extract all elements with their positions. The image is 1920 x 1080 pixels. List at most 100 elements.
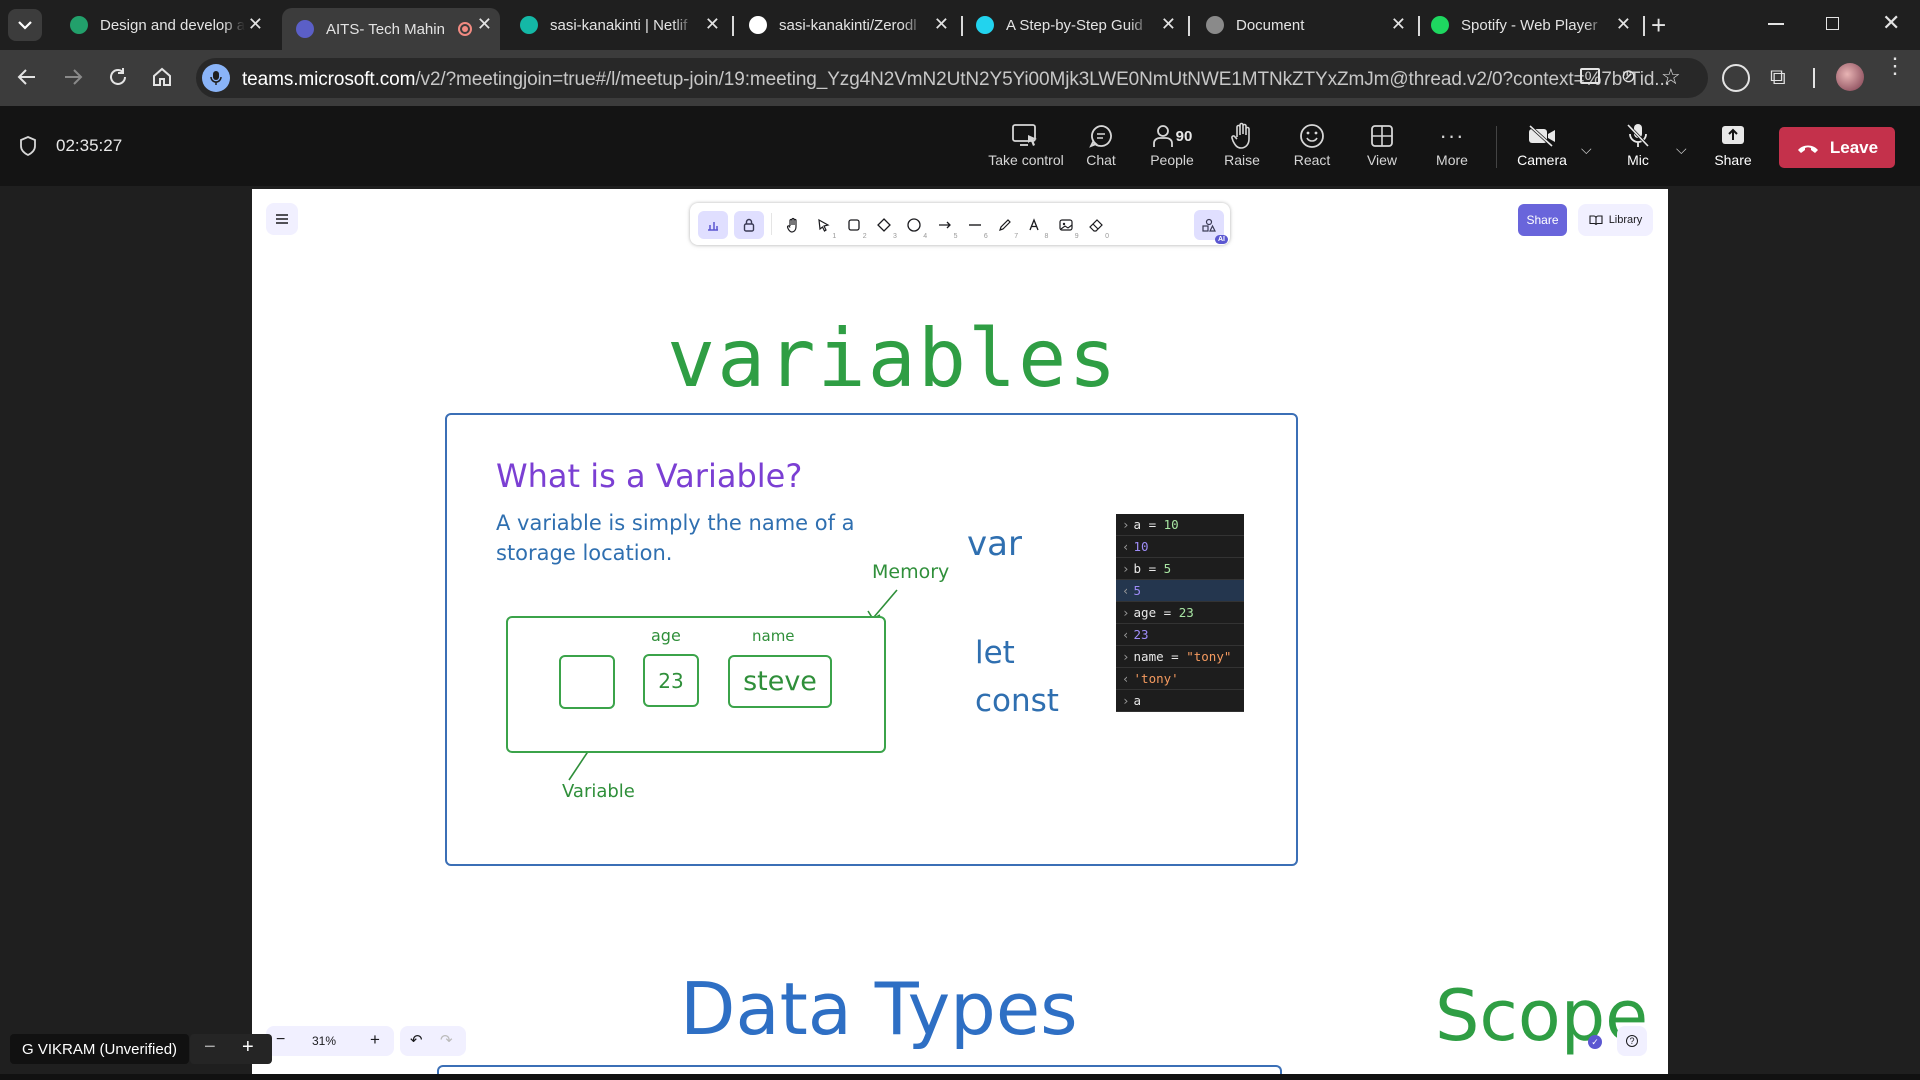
meeting-control-bar: 02:35:27 Take control Chat 90 People Rai… <box>0 106 1920 186</box>
zoom-minus-icon[interactable]: − <box>204 1036 216 1059</box>
ai-tools-button[interactable]: AI <box>1194 210 1228 244</box>
close-tab-icon[interactable]: ✕ <box>1391 14 1406 35</box>
console-line: ‹ 23 <box>1116 624 1244 646</box>
arrow-tool[interactable]: 5 <box>932 212 958 240</box>
home-button[interactable] <box>151 66 173 92</box>
console-line: › a = 10 <box>1116 514 1244 536</box>
raise-hand-button[interactable]: Raise <box>1207 120 1277 168</box>
zoom-plus-icon[interactable]: + <box>242 1036 254 1059</box>
rectangle-tool[interactable]: 2 <box>841 212 867 240</box>
rectangle-icon <box>847 219 860 231</box>
ai-badge: AI <box>1215 235 1228 244</box>
selection-tool[interactable]: 1 <box>810 212 836 240</box>
more-button[interactable]: ··· More <box>1417 120 1487 168</box>
close-window-button[interactable]: ✕ <box>1882 10 1900 36</box>
line-tool[interactable]: 6 <box>962 212 988 240</box>
browser-tab[interactable]: Design and develop a ✕ <box>56 8 271 42</box>
console-value: 5 <box>1163 561 1172 576</box>
profile-avatar[interactable] <box>1836 63 1864 91</box>
address-bar[interactable]: teams.microsoft.com/v2/?meetingjoin=true… <box>196 58 1708 98</box>
keep-selected-tool[interactable] <box>698 211 728 239</box>
extensions-puzzle-icon[interactable]: ⧉ <box>1770 64 1786 90</box>
camera-button[interactable]: Camera <box>1507 120 1577 168</box>
back-button[interactable] <box>16 66 38 92</box>
tab-title: Document <box>1236 16 1305 34</box>
close-tab-icon[interactable]: ✕ <box>248 14 263 35</box>
variable-slide-frame: What is a Variable? A variable is simply… <box>445 413 1298 866</box>
leave-button[interactable]: Leave <box>1779 127 1895 168</box>
take-control-button[interactable]: Take control <box>988 120 1064 168</box>
people-button[interactable]: 90 People <box>1137 120 1207 168</box>
zoom-out-button[interactable]: − <box>276 1031 285 1049</box>
minimize-button[interactable] <box>1768 23 1784 25</box>
undo-button[interactable]: ↶ <box>410 1031 423 1049</box>
install-app-icon[interactable] <box>1580 68 1600 84</box>
browser-tab[interactable]: sasi-kanakinti/Zerodl ✕ <box>735 8 957 42</box>
console-line: ‹ 10 <box>1116 536 1244 558</box>
redo-button[interactable]: ↷ <box>440 1031 453 1049</box>
mic-permission-icon[interactable] <box>202 64 230 92</box>
age-value: 23 <box>658 668 684 693</box>
new-tab-button[interactable]: + <box>1651 12 1666 38</box>
console-input-arrow-icon: › <box>1122 693 1130 708</box>
eye-off-icon[interactable]: ⊘ <box>1621 66 1636 87</box>
arrow-left-icon <box>17 69 35 85</box>
browser-tab[interactable]: Document ✕ <box>1192 8 1414 42</box>
text-tool[interactable]: 8 <box>1022 212 1048 240</box>
library-button[interactable]: Library <box>1578 204 1653 236</box>
url-path: /v2/?meetingjoin=true#/l/meetup-join/19:… <box>415 69 1670 90</box>
camera-label: Camera <box>1517 152 1567 168</box>
memory-label: Memory <box>872 561 950 583</box>
profile-extension-icon[interactable] <box>1722 64 1750 92</box>
lock-tool[interactable] <box>734 211 764 239</box>
reload-icon <box>110 68 126 85</box>
image-tool[interactable]: 9 <box>1053 212 1079 240</box>
browser-menu-button[interactable]: ⋮ <box>1884 55 1906 77</box>
spotify-icon <box>1431 16 1449 34</box>
tab-search-button[interactable] <box>8 9 42 41</box>
restore-button[interactable] <box>1826 17 1839 30</box>
tool-shortcut-key: 6 <box>983 233 988 240</box>
react-button[interactable]: React <box>1277 120 1347 168</box>
bookmark-star-icon[interactable]: ☆ <box>1661 64 1681 90</box>
recording-icon <box>458 22 472 36</box>
empty-slot-box <box>559 655 615 709</box>
zoom-in-button[interactable]: + <box>370 1030 380 1050</box>
hand-tool[interactable] <box>780 212 806 238</box>
chat-button[interactable]: Chat <box>1066 120 1136 168</box>
ellipse-tool[interactable]: 4 <box>901 212 928 240</box>
lock-icon <box>743 218 755 232</box>
close-tab-icon[interactable]: ✕ <box>1161 14 1176 35</box>
sparkle-icon <box>976 16 994 34</box>
browser-tab[interactable]: A Step-by-Step Guid ✕ <box>962 8 1184 42</box>
main-menu-button[interactable] <box>266 203 298 235</box>
diamond-tool[interactable]: 3 <box>871 212 897 240</box>
close-tab-icon[interactable]: ✕ <box>934 14 949 35</box>
camera-options-chevron[interactable]: ⌵ <box>1581 141 1592 158</box>
close-tab-icon[interactable]: ✕ <box>1616 14 1631 35</box>
browser-tab[interactable]: AITS- Tech Mahin ✕ <box>282 8 500 50</box>
whiteboard-share-button[interactable]: Share <box>1518 204 1567 236</box>
draw-tool[interactable]: 7 <box>992 212 1018 240</box>
console-input-arrow-icon: › <box>1122 605 1130 620</box>
meeting-timer: 02:35:27 <box>56 136 123 155</box>
mic-button[interactable]: Mic <box>1603 120 1673 168</box>
whiteboard-canvas[interactable]: 1234567890 AI Share Library variables Wh… <box>252 189 1668 1074</box>
share-screen-button[interactable]: Share <box>1698 120 1768 168</box>
phone-hangup-icon <box>1797 145 1818 153</box>
url-text: teams.microsoft.com/v2/?meetingjoin=true… <box>242 69 1670 91</box>
browser-tab[interactable]: Spotify - Web Player ✕ <box>1417 8 1639 42</box>
close-tab-icon[interactable]: ✕ <box>477 14 492 35</box>
console-code: age = <box>1133 605 1179 620</box>
help-button[interactable]: ? <box>1617 1026 1647 1056</box>
camera-off-icon <box>1528 124 1555 148</box>
close-tab-icon[interactable]: ✕ <box>705 14 720 35</box>
view-button[interactable]: View <box>1347 120 1417 168</box>
reload-button[interactable] <box>107 66 129 92</box>
mic-options-chevron[interactable]: ⌵ <box>1676 141 1687 158</box>
browser-tab[interactable]: sasi-kanakinti | Netlif ✕ <box>506 8 728 42</box>
tool-shortcut-key: 4 <box>923 233 928 240</box>
zoom-level[interactable]: 31% <box>312 1034 336 1048</box>
forward-button[interactable] <box>62 66 84 92</box>
eraser-tool[interactable]: 0 <box>1083 212 1109 240</box>
